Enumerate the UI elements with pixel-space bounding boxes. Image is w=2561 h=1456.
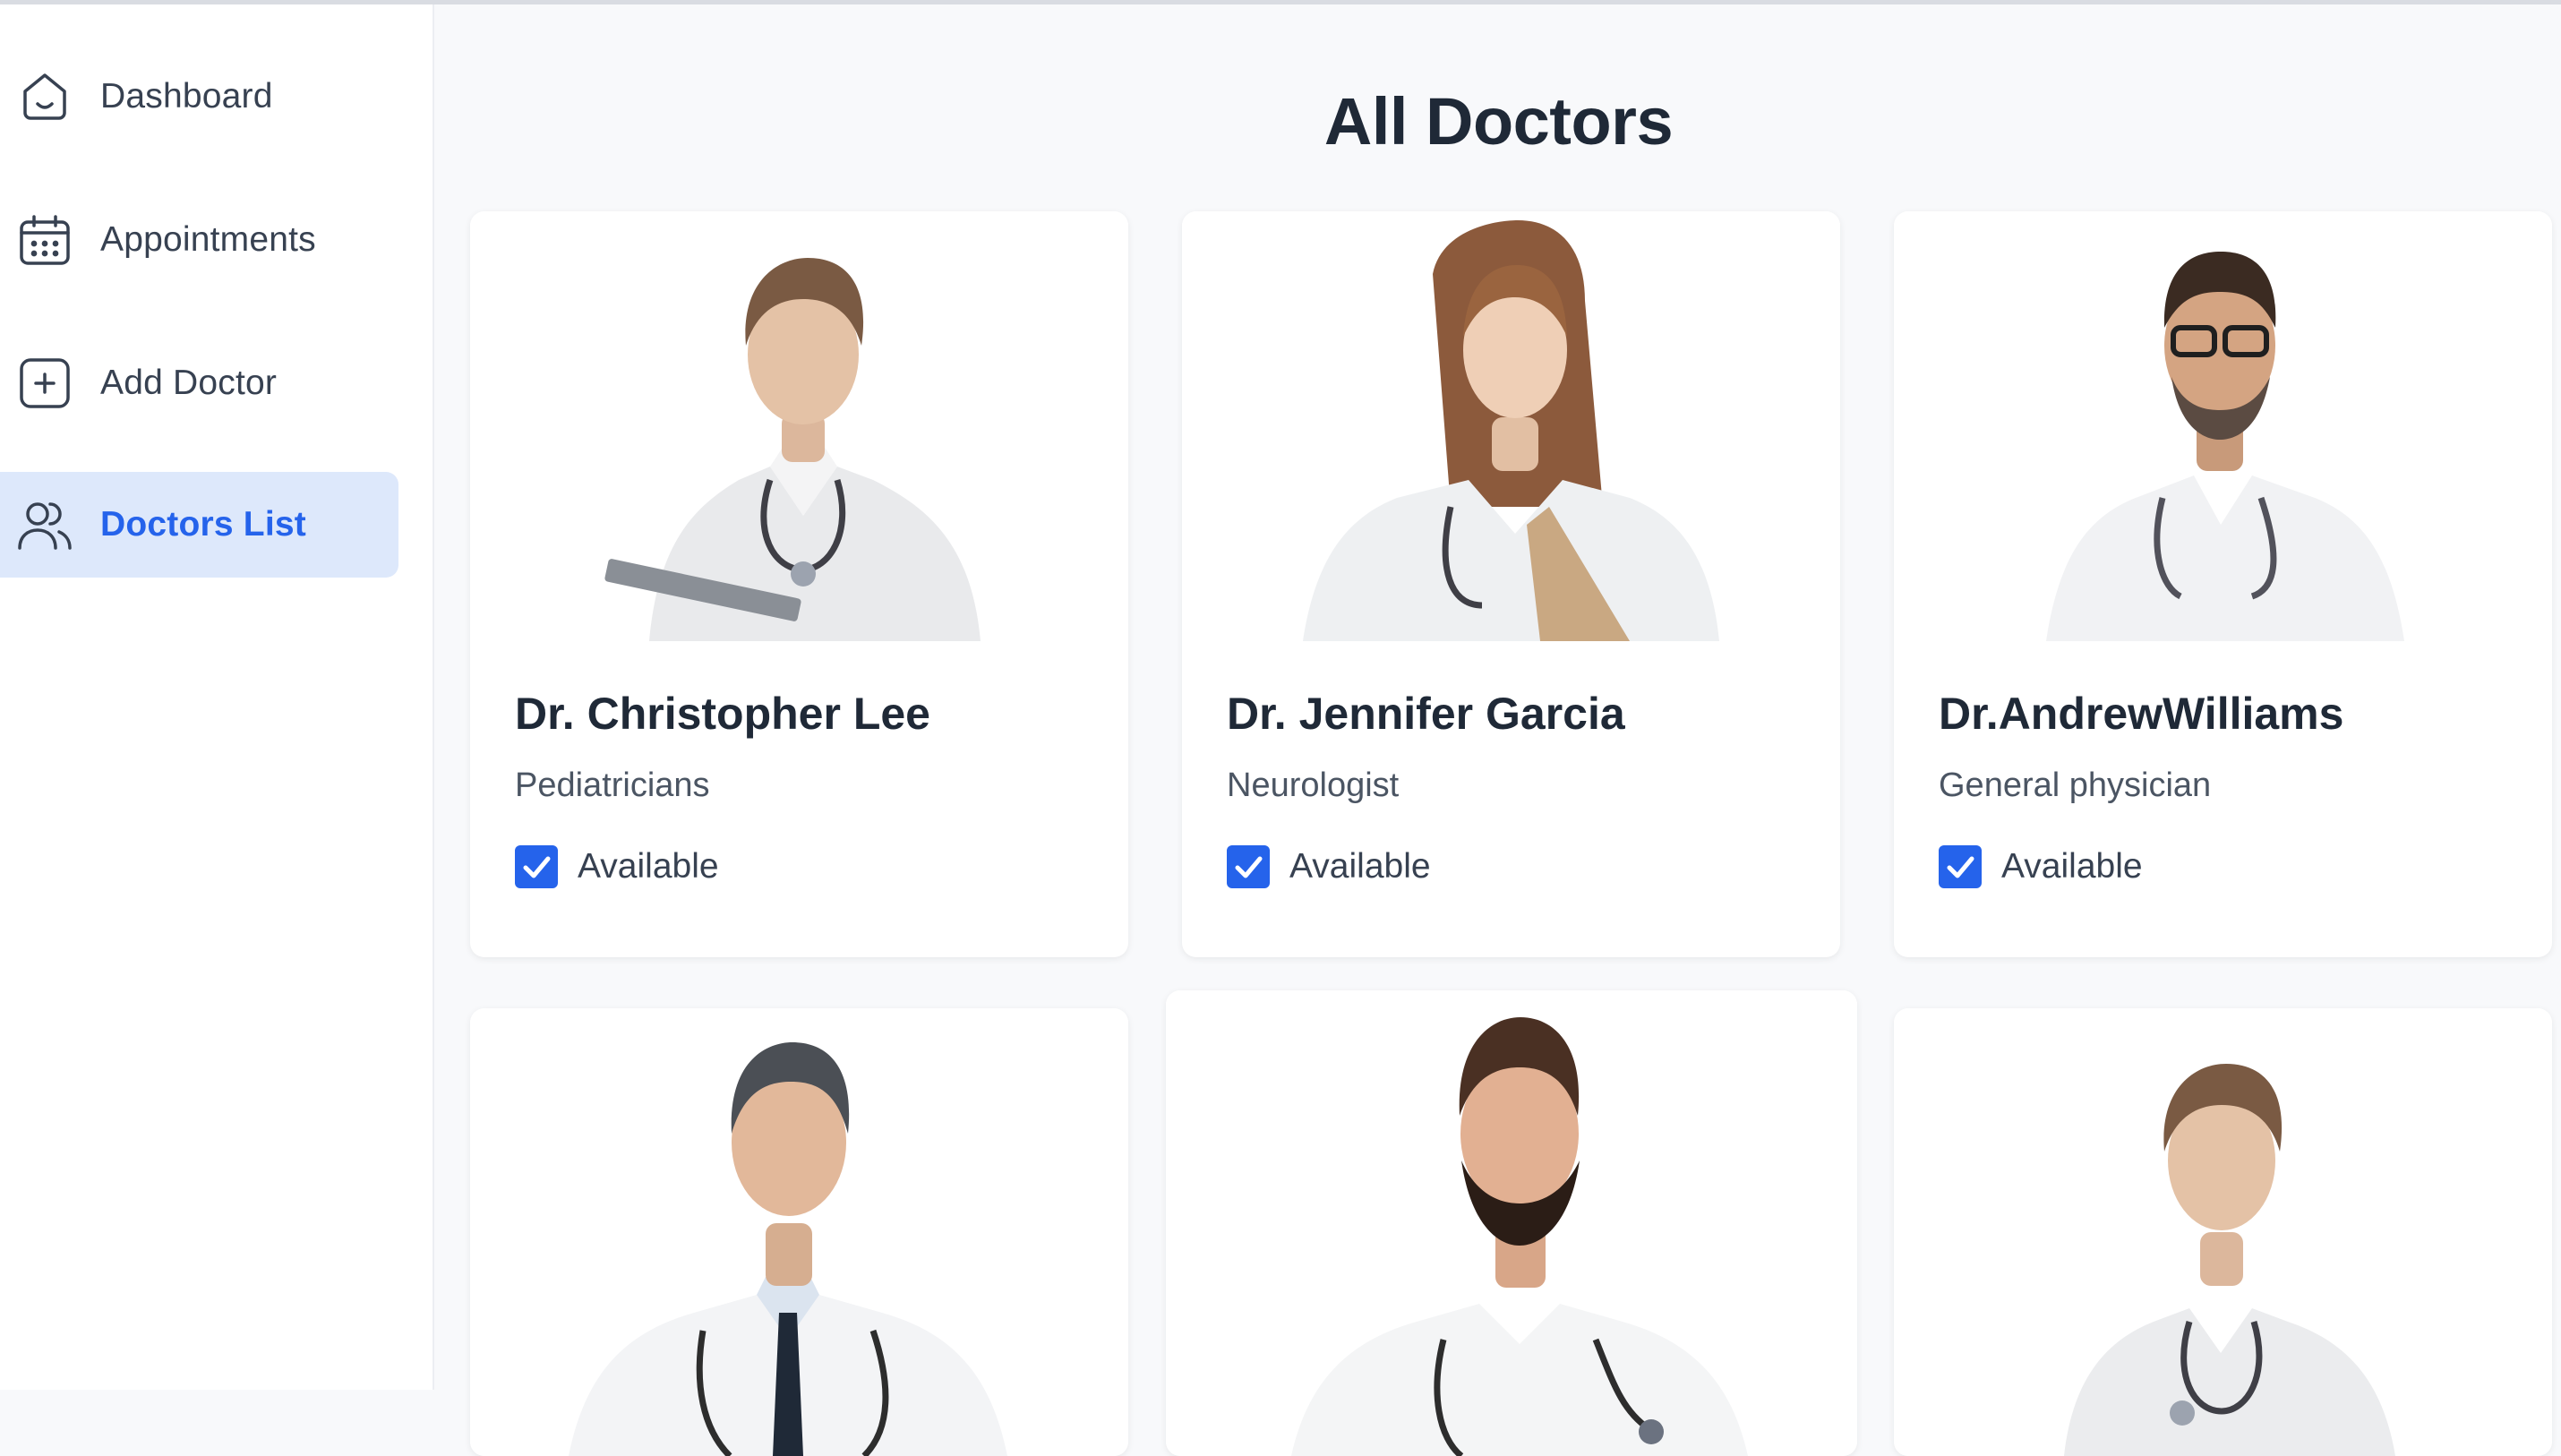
availability: Available [515,845,719,888]
doctor-card[interactable] [470,1008,1128,1456]
main-content: All Doctors Dr. Christopher Lee Pediatri… [436,4,2561,1456]
doctor-photo [1182,211,1840,641]
sidebar-item-label: Add Doctor [100,364,278,402]
availability-checkbox[interactable] [1939,845,1982,888]
availability-label: Available [1289,847,1431,886]
check-icon [1235,856,1263,878]
doctor-photo [1166,990,1857,1456]
availability: Available [1227,845,1431,888]
doctor-card[interactable] [1166,990,1857,1456]
availability-label: Available [2001,847,2143,886]
sidebar-item-add-doctor[interactable]: Add Doctor [0,330,398,436]
doctor-photo [470,1008,1128,1456]
sidebar-item-label: Doctors List [100,505,306,544]
sidebar-item-appointments[interactable]: Appointments [0,187,398,293]
availability: Available [1939,845,2143,888]
availability-label: Available [578,847,719,886]
doctor-name: Dr. Jennifer Garcia [1227,689,1625,739]
doctor-name: Dr. Christopher Lee [515,689,930,739]
home-icon [16,68,73,125]
availability-checkbox[interactable] [515,845,558,888]
page-title: All Doctors [1323,84,1674,158]
sidebar: Dashboard Appointments Add Doctor Doctor… [0,4,434,1390]
doctor-name: Dr.AndrewWilliams [1939,689,2344,739]
doctor-speciality: Neurologist [1227,767,1400,804]
availability-checkbox[interactable] [1227,845,1270,888]
doctor-photo [1894,1008,2552,1456]
sidebar-item-label: Dashboard [100,77,273,116]
people-icon [16,496,73,553]
sidebar-item-doctors-list[interactable]: Doctors List [0,472,398,578]
doctor-card[interactable]: Dr.AndrewWilliams General physician Avai… [1894,211,2552,957]
check-icon [1947,856,1974,878]
doctor-card[interactable]: Dr. Jennifer Garcia Neurologist Availabl… [1182,211,1840,957]
add-square-icon [16,355,73,412]
doctor-card[interactable] [1894,1008,2552,1456]
calendar-icon [16,211,73,269]
doctor-speciality: Pediatricians [515,767,710,804]
check-icon [523,856,551,878]
doctor-photo [470,211,1128,641]
doctor-speciality: General physician [1939,767,2212,804]
sidebar-item-label: Appointments [100,220,316,259]
doctor-card[interactable]: Dr. Christopher Lee Pediatricians Availa… [470,211,1128,957]
sidebar-item-dashboard[interactable]: Dashboard [0,44,398,150]
doctor-photo [1894,211,2552,641]
